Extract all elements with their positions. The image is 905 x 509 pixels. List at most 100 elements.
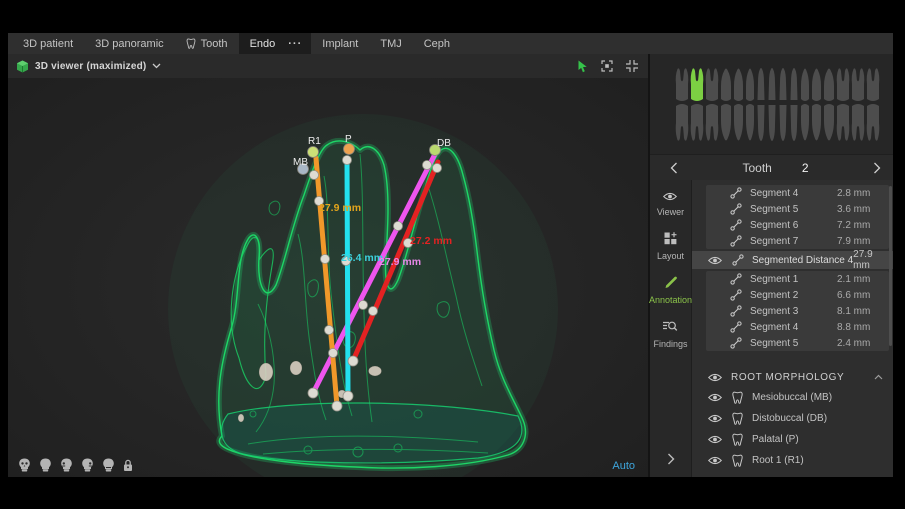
- upper-tooth-2[interactable]: [691, 68, 704, 101]
- segment-row[interactable]: Segment 12.1 mm: [706, 271, 889, 287]
- lower-tooth-1[interactable]: [676, 104, 689, 141]
- tool-annotation[interactable]: Annotation: [649, 276, 692, 305]
- auto-label[interactable]: Auto: [612, 460, 635, 472]
- skull-back-icon[interactable]: [39, 458, 52, 472]
- segment-row[interactable]: Segment 53.6 mm: [706, 201, 889, 217]
- lower-tooth-9[interactable]: [780, 105, 787, 141]
- upper-tooth-6[interactable]: [746, 69, 754, 102]
- segment-row[interactable]: Segment 52.4 mm: [706, 335, 889, 351]
- lower-tooth-13[interactable]: [824, 104, 834, 141]
- upper-tooth-11[interactable]: [801, 69, 809, 102]
- tab-label: TMJ: [380, 38, 401, 50]
- upper-tooth-8[interactable]: [769, 68, 776, 100]
- chevron-down-icon[interactable]: [152, 63, 161, 69]
- upper-tooth-9[interactable]: [780, 68, 787, 100]
- chevron-up-icon[interactable]: [874, 374, 883, 380]
- lower-tooth-15[interactable]: [852, 104, 865, 141]
- segment-row[interactable]: Segment 38.1 mm: [706, 303, 889, 319]
- upper-tooth-13[interactable]: [824, 69, 834, 102]
- upper-tooth-5[interactable]: [734, 69, 743, 102]
- segment-icon: [732, 254, 744, 266]
- upper-tooth-15[interactable]: [852, 68, 865, 101]
- tab-ceph[interactable]: Ceph: [413, 33, 461, 54]
- lower-tooth-8[interactable]: [769, 105, 776, 141]
- lock-icon[interactable]: [123, 459, 133, 472]
- eye-icon[interactable]: [708, 256, 722, 265]
- lower-tooth-4[interactable]: [721, 104, 731, 141]
- lower-tooth-16[interactable]: [867, 104, 880, 141]
- upper-tooth-1[interactable]: [676, 68, 689, 101]
- viewer-title: 3D viewer (maximized): [35, 61, 146, 72]
- upper-tooth-4[interactable]: [721, 69, 731, 102]
- measurement-value-db2: 27.2 mm: [410, 235, 452, 247]
- chevron-left-icon[interactable]: [660, 162, 678, 174]
- skull-rear-icon[interactable]: [102, 458, 115, 472]
- eye-icon[interactable]: [708, 373, 722, 382]
- lower-tooth-3[interactable]: [706, 104, 719, 141]
- skull-front-icon[interactable]: [18, 458, 31, 472]
- fit-screen-icon[interactable]: [601, 60, 613, 72]
- scrollbar-thumb[interactable]: [889, 186, 892, 346]
- eye-icon: [663, 192, 677, 203]
- eye-icon[interactable]: [708, 414, 722, 423]
- segmented-distance-row[interactable]: Segmented Distance 4 27.9 mm: [692, 251, 893, 269]
- chevron-right-icon[interactable]: [873, 162, 883, 174]
- upper-tooth-12[interactable]: [812, 69, 821, 102]
- findings-icon: [663, 320, 678, 335]
- tab-label: 3D panoramic: [95, 38, 163, 50]
- root-row[interactable]: Mesiobuccal (MB): [692, 387, 893, 408]
- lower-tooth-5[interactable]: [734, 104, 743, 141]
- upper-tooth-7[interactable]: [758, 68, 765, 100]
- segment-value: 2.8 mm: [837, 188, 883, 199]
- tool-label: Findings: [653, 339, 687, 349]
- segment-row[interactable]: Segment 67.2 mm: [706, 217, 889, 233]
- lower-tooth-12[interactable]: [812, 104, 821, 141]
- tab-endo[interactable]: Endo···: [239, 33, 312, 54]
- expand-panel-button[interactable]: [650, 453, 691, 465]
- entry-point-p[interactable]: [344, 144, 355, 155]
- tool-layout[interactable]: Layout: [657, 232, 684, 261]
- tab-tooth[interactable]: Tooth: [175, 33, 239, 54]
- tab-3d-patient[interactable]: 3D patient: [12, 33, 84, 54]
- 3d-viewer[interactable]: R1 MB P DB 27.9 mm 26.4 mm 27.9 mm 27.2 …: [8, 54, 648, 477]
- eye-icon[interactable]: [708, 435, 722, 444]
- upper-tooth-16[interactable]: [867, 68, 880, 101]
- segment-icon: [730, 219, 742, 231]
- tab-implant[interactable]: Implant: [311, 33, 369, 54]
- root-row[interactable]: Root 1 (R1): [692, 450, 893, 471]
- root-label-r1: R1: [308, 136, 321, 147]
- upper-tooth-10[interactable]: [791, 68, 798, 100]
- skull-left-icon[interactable]: [60, 458, 73, 472]
- more-options-button[interactable]: ···: [286, 33, 311, 54]
- exit-fullscreen-icon[interactable]: [626, 60, 638, 72]
- root-row[interactable]: Palatal (P): [692, 429, 893, 450]
- eye-icon[interactable]: [708, 456, 722, 465]
- upper-tooth-3[interactable]: [706, 68, 719, 101]
- segment-row[interactable]: Segment 26.6 mm: [706, 287, 889, 303]
- root-morphology-header[interactable]: ROOT MORPHOLOGY: [692, 367, 893, 387]
- entry-point-r1[interactable]: [308, 147, 319, 158]
- lower-tooth-10[interactable]: [791, 105, 798, 141]
- skull-right-icon[interactable]: [81, 458, 94, 472]
- orientation-toolbar: [18, 458, 133, 472]
- upper-tooth-14[interactable]: [837, 68, 850, 101]
- segment-row[interactable]: Segment 77.9 mm: [706, 233, 889, 249]
- eye-icon[interactable]: [708, 393, 722, 402]
- tab-tmj[interactable]: TMJ: [369, 33, 412, 54]
- root-row[interactable]: Distobuccal (DB): [692, 408, 893, 429]
- 3d-render-canvas[interactable]: R1 MB P DB 27.9 mm 26.4 mm 27.9 mm 27.2 …: [8, 54, 648, 477]
- tool-viewer[interactable]: Viewer: [657, 192, 684, 217]
- root-label-db: DB: [437, 138, 451, 149]
- lower-tooth-11[interactable]: [801, 104, 809, 141]
- segment-row[interactable]: Segment 48.8 mm: [706, 319, 889, 335]
- tab-3d-panoramic[interactable]: 3D panoramic: [84, 33, 174, 54]
- tool-findings[interactable]: Findings: [653, 320, 687, 349]
- lower-tooth-2[interactable]: [691, 104, 704, 141]
- lower-tooth-7[interactable]: [758, 105, 765, 141]
- teeth-chart[interactable]: [650, 54, 893, 154]
- cursor-icon[interactable]: [577, 60, 588, 73]
- segment-row[interactable]: Segment 42.8 mm: [706, 185, 889, 201]
- lower-tooth-14[interactable]: [837, 104, 850, 141]
- segment-icon: [730, 273, 742, 285]
- lower-tooth-6[interactable]: [746, 104, 754, 141]
